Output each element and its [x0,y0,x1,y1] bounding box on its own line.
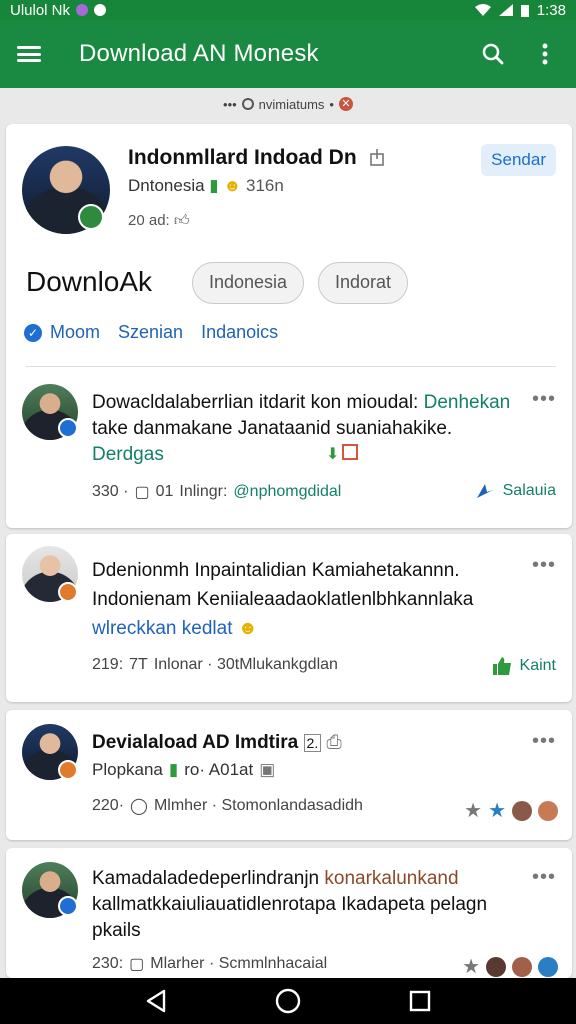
verified-badge-icon [58,896,78,916]
post-card[interactable]: Kamadaladedeperlindranjn konarkalunkand … [6,848,572,978]
post-text: Ddenionmh Inpaintalidian Kamiahetakannn.… [92,560,474,639]
profile-subtitle: Dntonesia ▮ ☻ 316n [128,176,284,195]
post-item[interactable]: Dowacldalaberrlian itdarit kon mioudal: … [6,382,572,522]
profile-tabs: ✓ Moom Szenian Indanoics [24,322,278,343]
overflow-menu-icon[interactable] [532,41,558,67]
verified-badge-icon [58,418,78,438]
post-action-button[interactable]: Salauia [475,482,556,500]
post-text: Kamadaladedeperlindranjn konarkalunkand … [92,868,488,941]
app-title: Download AN Monesk [79,40,319,67]
post-meta: 330 · ▢ 01 Inlingr: @nphomgdidal [92,482,342,502]
reactor-avatar[interactable] [538,956,558,977]
share-icon[interactable] [369,148,385,166]
tab-moom[interactable]: ✓ Moom [24,322,100,343]
post-text: Dowacldalaberrlian itdarit kon mioudal: … [92,392,511,465]
hamburger-menu-icon[interactable] [17,46,41,62]
profile-card: Indonmllard Indoad Dn Dntonesia ▮ ☻ 316n… [6,124,572,528]
smile-emoji-icon: ☻ [237,618,258,639]
back-icon[interactable] [142,987,170,1015]
comment-icon[interactable]: ▢ [129,954,144,974]
pill-indorat[interactable]: Indorat [318,262,409,304]
post-meta: 219: 7T Inlonar · 30tMlukankgdlan [92,656,338,673]
reaction-row: ★ [462,954,558,979]
post-card[interactable]: Ddenionmh Inpaintalidian Kamiahetakannn.… [6,534,572,702]
pin-icon: ⬇ [326,446,340,463]
status-bar: Ululol Nk 1:38 [0,0,576,20]
status-left-text: Ululol Nk [10,1,71,19]
post-meta: 230: ▢ Mlarher · Scmmlnhacaial [92,954,328,974]
tab-szenian[interactable]: Szenian [118,322,183,343]
reaction-row: ★ ★ [464,798,558,823]
profile-meta: 20 ad: 👍︎ [128,212,190,229]
close-icon[interactable]: ✕ [338,97,353,111]
home-icon[interactable] [274,987,302,1015]
post-title: Devialaload AD Imdtira 2. ⎙ [92,732,342,753]
like-button[interactable]: Kaint [492,656,556,676]
app-bar: Download AN Monesk [0,20,576,88]
action-label: Kaint [519,657,556,674]
bookmark-icon[interactable] [342,444,358,460]
comment-icon[interactable]: ▢ [134,482,149,502]
system-nav-bar [0,978,576,1024]
status-time: 1:38 [536,1,566,19]
battery-icon [520,4,529,17]
reactor-avatar[interactable] [512,956,532,977]
ellipsis-icon: ••• [223,96,237,112]
badge-icon [58,760,78,780]
star-icon[interactable]: ★ [464,798,482,823]
comment-icon[interactable]: ◯ [130,796,148,816]
star-icon[interactable]: ★ [462,954,480,979]
recents-icon[interactable] [406,987,434,1015]
circle-icon [241,98,254,110]
pill-indonesia[interactable]: Indonesia [192,262,305,304]
thumbs-up-icon [492,657,511,675]
signal-icon [498,4,513,16]
whatsapp-notification-icon [94,4,107,16]
profile-subtitle-count: 316n [246,176,284,195]
post-more-icon[interactable]: ••• [532,730,556,753]
badge-icon [58,582,78,602]
section-title: DownloAk [26,266,153,297]
tab-label: Indanoics [201,322,279,342]
filter-chip-row: ••• nvimiatums • ✕ [0,94,576,114]
reactor-avatar[interactable] [538,800,558,821]
post-card[interactable]: Devialaload AD Imdtira 2. ⎙ Plopkana ▮ r… [6,710,572,840]
post-meta: 220· ◯ Mlmher · Stomonlandasadidh [92,796,363,816]
tab-indanoics[interactable]: Indanoics [201,322,278,343]
reactor-avatar[interactable] [486,956,506,977]
wifi-icon [474,4,491,16]
tab-label: Moom [50,322,101,342]
post-subtitle: Plopkana ▮ ro· A01at ▣ [92,760,276,779]
profile-name: Indonmllard Indoad Dn [128,146,385,170]
reactor-avatar[interactable] [512,800,532,821]
app-notification-icon [76,4,89,16]
check-icon: ✓ [24,323,42,342]
search-icon[interactable] [480,41,506,67]
post-more-icon[interactable]: ••• [532,866,556,889]
post-more-icon[interactable]: ••• [532,554,556,577]
spark-icon [476,484,493,498]
dot-separator-icon: • [329,96,334,112]
leaf-icon: ▮ [168,760,179,779]
send-button[interactable]: Sendar [481,144,556,176]
share-icon[interactable]: ⎙ [327,732,342,753]
action-label: Salauia [502,482,556,499]
star-icon[interactable]: ★ [488,798,506,823]
image-icon: ▣ [259,760,276,779]
thumb-icon: 👍︎ [173,212,190,229]
tab-label: Szenian [118,322,184,342]
filter-chip-label[interactable]: nvimiatums [259,97,325,112]
divider [26,366,556,367]
leaf-icon: ▮ [209,176,219,195]
smile-emoji-icon: ☻ [223,176,242,195]
verified-badge-icon [78,204,104,230]
post-more-icon[interactable]: ••• [532,388,556,411]
